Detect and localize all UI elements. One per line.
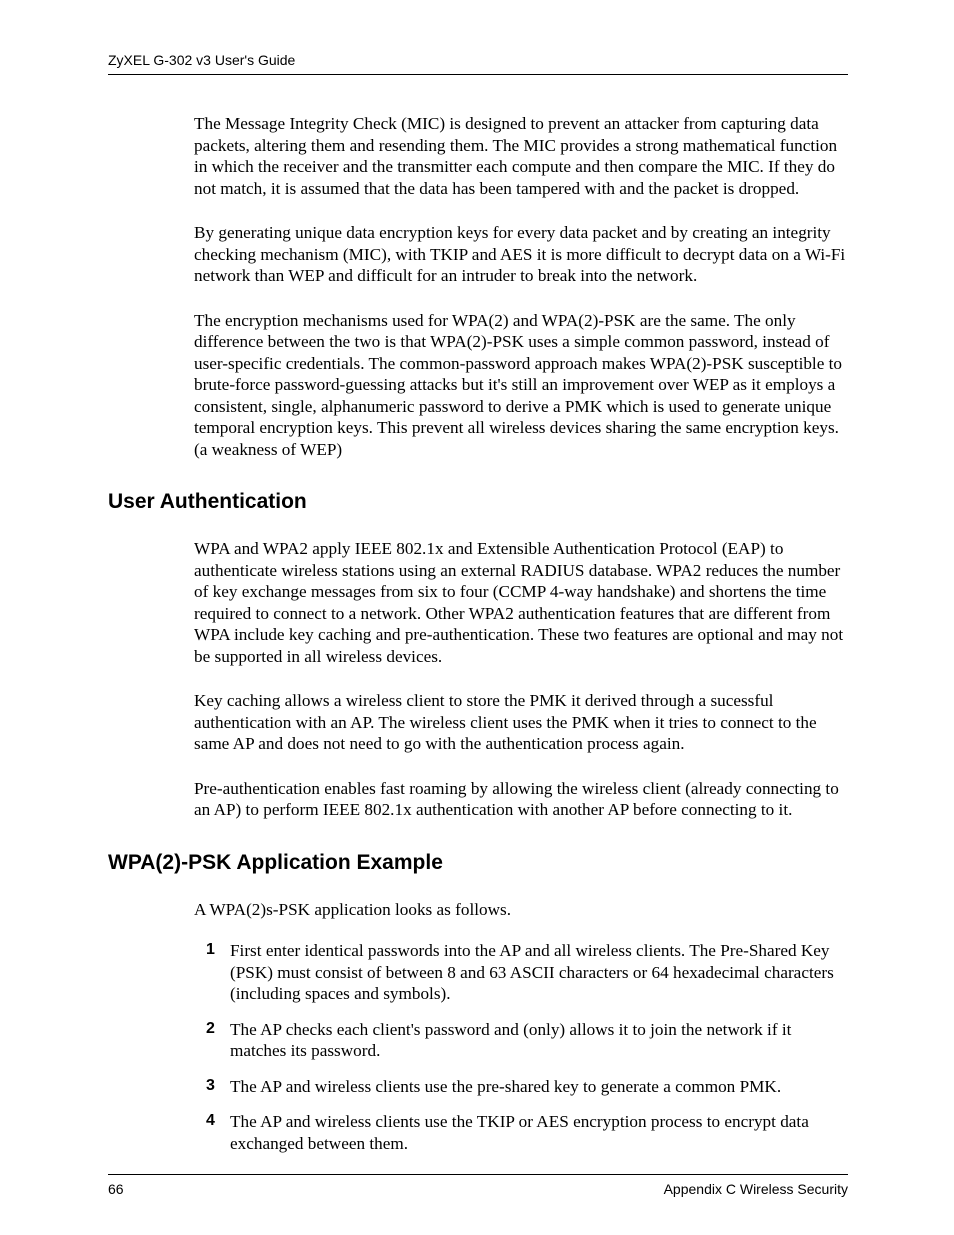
steps-list: 1 First enter identical passwords into t… — [194, 940, 846, 1154]
paragraph: The encryption mechanisms used for WPA(2… — [194, 310, 846, 461]
user-auth-block: WPA and WPA2 apply IEEE 802.1x and Exten… — [194, 538, 846, 821]
page-number: 66 — [108, 1181, 124, 1197]
intro-block: The Message Integrity Check (MIC) is des… — [194, 113, 846, 460]
step-text: The AP and wireless clients use the TKIP… — [230, 1112, 809, 1153]
paragraph: Key caching allows a wireless client to … — [194, 690, 846, 755]
footer-section-label: Appendix C Wireless Security — [664, 1181, 848, 1197]
step-text: First enter identical passwords into the… — [230, 941, 834, 1003]
heading-wpa2-psk-example: WPA(2)-PSK Application Example — [108, 851, 848, 875]
list-item: 1 First enter identical passwords into t… — [194, 940, 846, 1005]
page: ZyXEL G-302 v3 User's Guide The Message … — [0, 0, 954, 1235]
list-item: 4 The AP and wireless clients use the TK… — [194, 1111, 846, 1154]
paragraph: WPA and WPA2 apply IEEE 802.1x and Exten… — [194, 538, 846, 667]
list-item: 3 The AP and wireless clients use the pr… — [194, 1076, 846, 1098]
step-number: 4 — [206, 1111, 215, 1131]
step-number: 3 — [206, 1076, 215, 1096]
paragraph: Pre-authentication enables fast roaming … — [194, 778, 846, 821]
step-text: The AP and wireless clients use the pre-… — [230, 1077, 781, 1096]
paragraph: By generating unique data encryption key… — [194, 222, 846, 287]
paragraph: The Message Integrity Check (MIC) is des… — [194, 113, 846, 199]
wpa-psk-intro-block: A WPA(2)s-PSK application looks as follo… — [194, 899, 846, 921]
step-number: 2 — [206, 1019, 215, 1039]
step-number: 1 — [206, 940, 215, 960]
step-text: The AP checks each client's password and… — [230, 1020, 791, 1061]
running-head: ZyXEL G-302 v3 User's Guide — [108, 52, 848, 75]
heading-user-authentication: User Authentication — [108, 490, 848, 514]
paragraph: A WPA(2)s-PSK application looks as follo… — [194, 899, 846, 921]
list-item: 2 The AP checks each client's password a… — [194, 1019, 846, 1062]
page-footer: 66 Appendix C Wireless Security — [108, 1174, 848, 1197]
